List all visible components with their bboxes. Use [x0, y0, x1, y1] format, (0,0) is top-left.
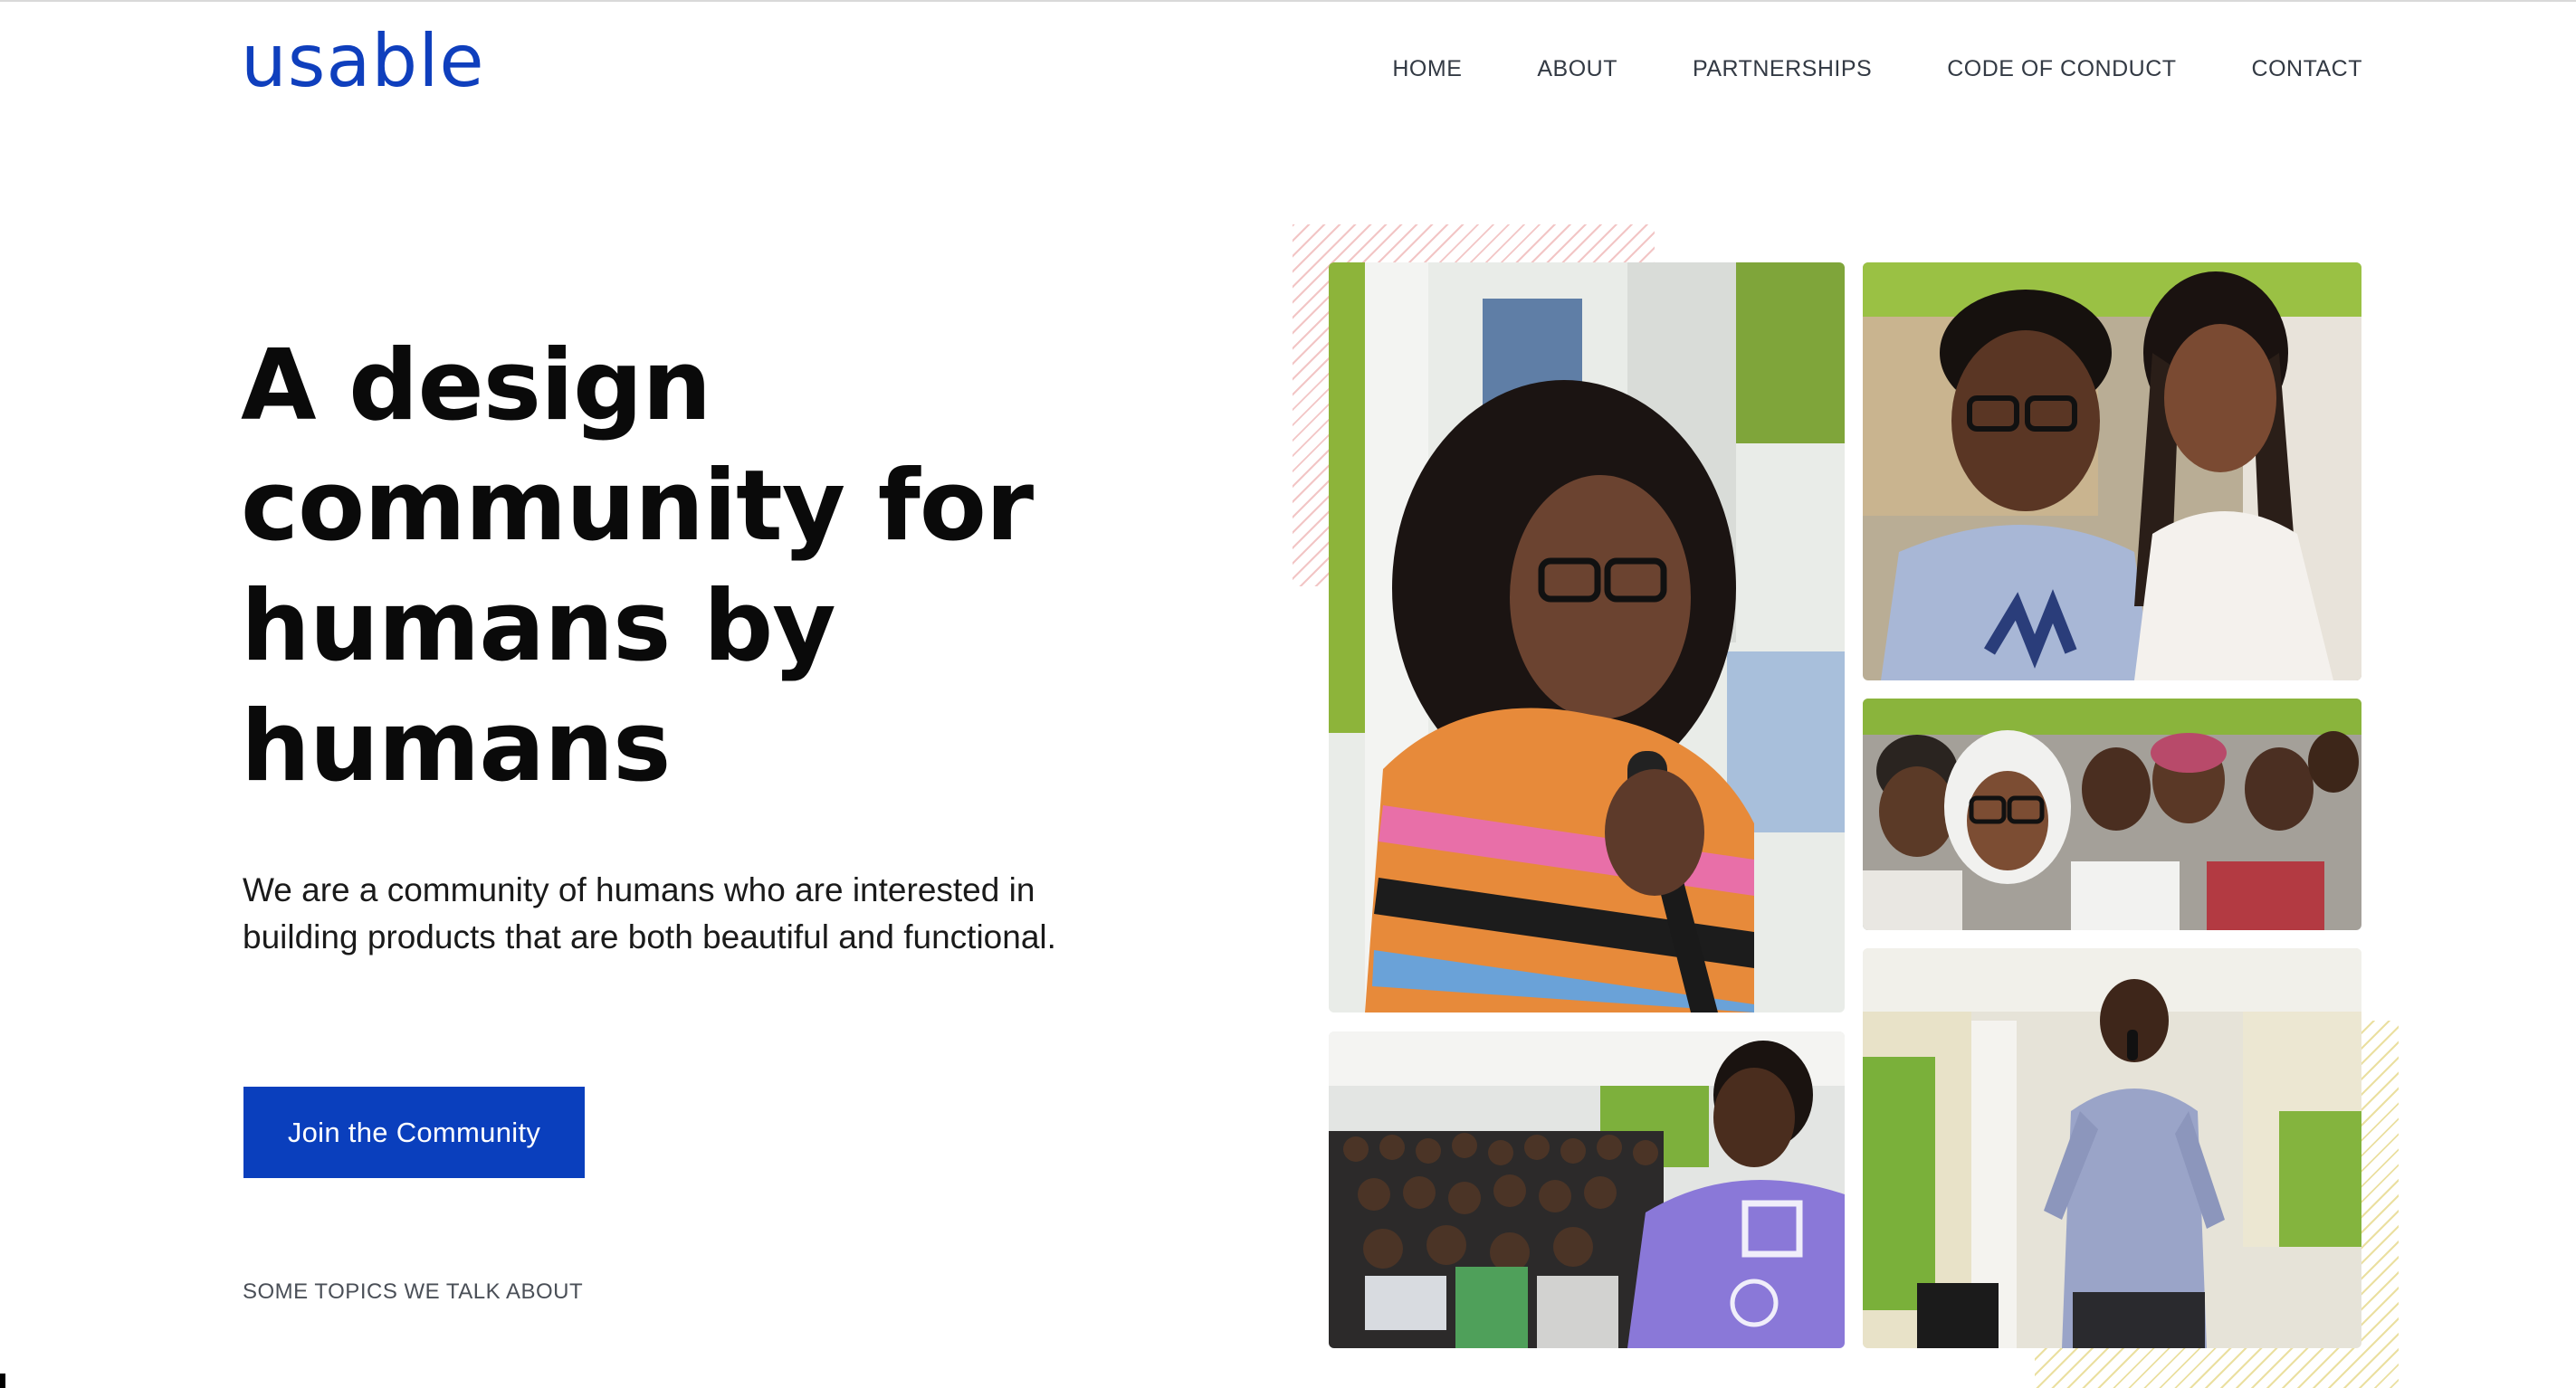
top-border	[0, 0, 2576, 2]
edge-marker	[0, 1374, 5, 1388]
nav-code-of-conduct[interactable]: CODE OF CONDUCT	[1947, 52, 2176, 85]
hero-title-line: humans by	[241, 570, 836, 683]
photo-speaker-woman	[1329, 262, 1845, 1012]
nav-home[interactable]: HOME	[1392, 52, 1462, 85]
hero-title: A design community for humans by humans	[241, 326, 1055, 807]
nav-partnerships[interactable]: PARTNERSHIPS	[1693, 52, 1872, 85]
hero-title-line: A design	[241, 329, 711, 442]
photo-two-attendees	[1863, 262, 2361, 680]
main-nav: HOME ABOUT PARTNERSHIPS CODE OF CONDUCT …	[1392, 52, 2362, 85]
topics-label: SOME TOPICS WE TALK ABOUT	[243, 1279, 584, 1304]
nav-about[interactable]: ABOUT	[1537, 52, 1617, 85]
photo-auditorium-crowd	[1329, 1031, 1845, 1348]
hero-title-line: humans	[241, 690, 671, 803]
join-community-button[interactable]: Join the Community	[243, 1087, 585, 1178]
hero-title-line: community for	[241, 450, 1034, 563]
photo-man-speaking	[1863, 948, 2361, 1348]
logo[interactable]: usable	[241, 16, 485, 107]
nav-contact[interactable]: CONTACT	[2252, 52, 2362, 85]
hero-subtitle: We are a community of humans who are int…	[243, 871, 1056, 955]
photo-audience-group	[1863, 699, 2361, 930]
